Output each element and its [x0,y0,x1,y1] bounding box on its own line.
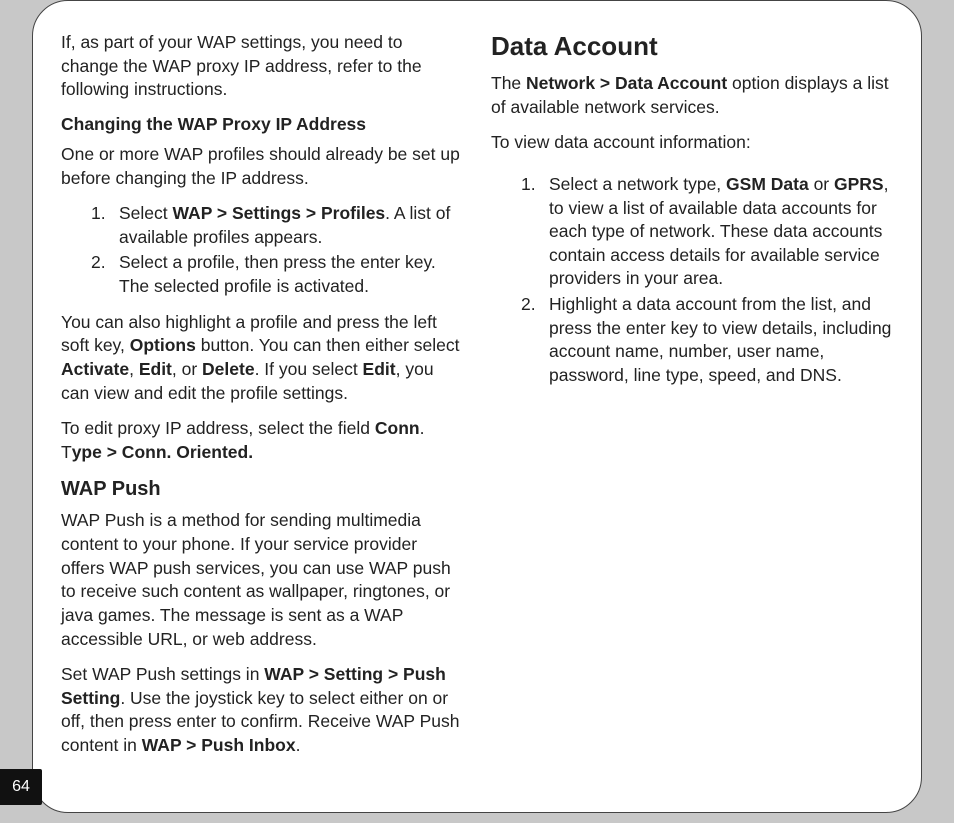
view-line: To view data account information: [491,131,893,155]
wps-a: Set WAP Push settings in [61,664,264,684]
intro-paragraph: If, as part of your WAP settings, you ne… [61,31,463,102]
wap-push-title: WAP Push [61,478,463,501]
opt-h: Delete [202,359,255,379]
dai-a: The [491,73,526,93]
page-number: 64 [12,778,30,796]
step-1: Select WAP > Settings > Profiles. A list… [61,202,463,249]
da1-a: Select a network type, [549,174,726,194]
edit-b: Conn [375,418,420,438]
da-step-2: Highlight a data account from the list, … [491,293,893,388]
edit-a: To edit proxy IP address, select the fie… [61,418,375,438]
opt-c: button. You can then either select [196,335,460,355]
wap-push-body: WAP Push is a method for sending multime… [61,509,463,651]
setup-note: One or more WAP profiles should already … [61,143,463,190]
changing-wap-subhead: Changing the WAP Proxy IP Address [61,114,463,135]
dai-b: Network > Data Account [526,73,727,93]
step-1-text-b: WAP > Settings > Profiles [173,203,386,223]
left-column: If, as part of your WAP settings, you ne… [61,31,463,782]
wap-profile-steps: Select WAP > Settings > Profiles. A list… [61,202,463,299]
wps-e: . [296,735,301,755]
opt-e: , [129,359,139,379]
wps-d: WAP > Push Inbox [142,735,296,755]
options-paragraph: You can also highlight a profile and pre… [61,311,463,406]
document-page: If, as part of your WAP settings, you ne… [32,0,922,813]
da1-b: GSM Data [726,174,809,194]
data-account-title: Data Account [491,31,893,62]
step-1-text-a: Select [119,203,173,223]
right-column: Data Account The Network > Data Account … [491,31,893,782]
opt-f: Edit [139,359,172,379]
da1-d: GPRS [834,174,884,194]
opt-g: , or [172,359,202,379]
opt-i: . If you select [255,359,363,379]
page-number-tab: 64 [0,769,42,805]
da-step-1: Select a network type, GSM Data or GPRS,… [491,173,893,291]
edit-paragraph: To edit proxy IP address, select the fie… [61,417,463,464]
opt-b: Options [130,335,196,355]
opt-j: Edit [363,359,396,379]
opt-d: Activate [61,359,129,379]
edit-d: ype > Conn. Oriented. [72,442,253,462]
da1-c: or [809,174,834,194]
data-account-intro: The Network > Data Account option displa… [491,72,893,119]
step-2: Select a profile, then press the enter k… [61,251,463,298]
two-column-layout: If, as part of your WAP settings, you ne… [61,31,893,782]
data-account-steps: Select a network type, GSM Data or GPRS,… [491,173,893,388]
wap-push-settings: Set WAP Push settings in WAP > Setting >… [61,663,463,758]
